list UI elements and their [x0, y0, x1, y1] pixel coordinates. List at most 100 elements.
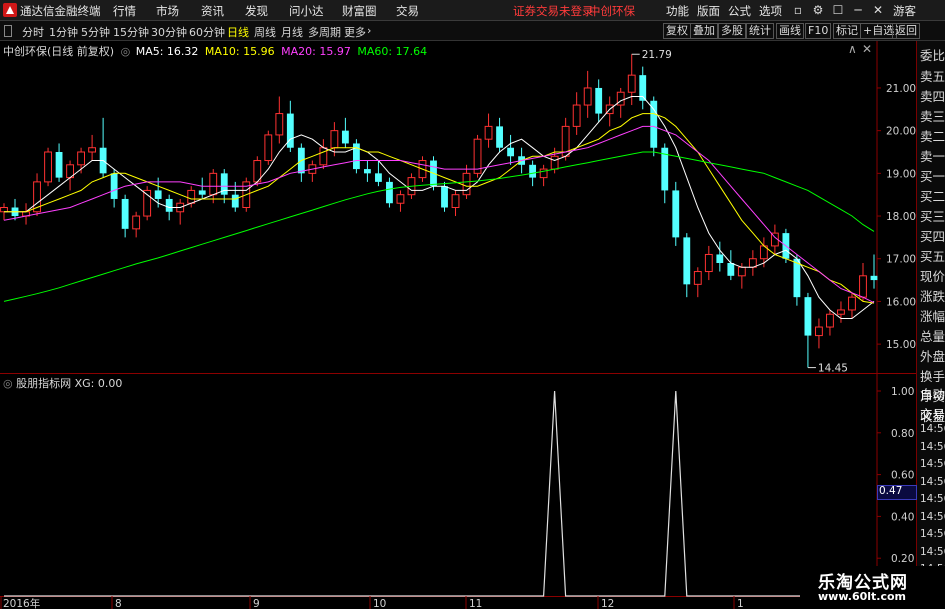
candle-body	[683, 237, 691, 285]
statistics-button[interactable]: 统计	[746, 23, 774, 39]
trade-time: 14:56	[920, 423, 945, 435]
sidebar-item-0[interactable]: 委比	[920, 45, 945, 64]
indicator-chart[interactable]: 1.00 0.80 0.60 0.40 0.20 2016年 8 9 10 11 12 1	[0, 374, 916, 609]
menu-discover[interactable]: 发现	[245, 3, 268, 19]
login-status[interactable]: 证券交易未登录	[513, 3, 594, 19]
sidebar-item-13[interactable]: 涨幅	[920, 306, 945, 325]
period-30min[interactable]: 30分钟	[151, 24, 187, 40]
back-button[interactable]: 返回	[892, 23, 920, 39]
trade-time: 14:56	[920, 458, 945, 470]
sidebar-item-8[interactable]: 买三	[920, 206, 945, 225]
mark-button[interactable]: 标记	[833, 23, 861, 39]
app-logo-icon	[3, 3, 17, 17]
candle-body	[826, 313, 834, 328]
menu-quotes[interactable]: 行情	[113, 3, 136, 19]
menu-trade[interactable]: 交易	[396, 3, 419, 19]
candle-body	[0, 207, 8, 213]
price-chart[interactable]: 15.00 16.00 17.00 18.00 19.00 20.00 21.00 21.79…	[0, 41, 916, 374]
menu-wealth[interactable]: 财富圈	[342, 3, 377, 19]
sidebar-item-5[interactable]: 卖一	[920, 146, 945, 165]
candle-body	[583, 87, 592, 106]
sub-y-tick-label: 0.60	[891, 470, 914, 482]
candle-body	[837, 309, 845, 315]
candle-body	[132, 215, 141, 230]
period-1min[interactable]: 1分钟	[49, 24, 78, 40]
period-intraday[interactable]: 分时	[22, 24, 44, 40]
candle-body	[110, 173, 118, 199]
app-name: 通达信金融终端	[20, 4, 101, 18]
menu-layout[interactable]: 版面	[697, 3, 720, 19]
sidebar-item-14[interactable]: 总量	[920, 326, 945, 345]
date-label: 10	[373, 598, 386, 609]
y-tick-label: 19.00	[886, 168, 916, 180]
period-15min[interactable]: 15分钟	[113, 24, 149, 40]
close-icon[interactable]: ✕	[870, 2, 886, 18]
adjust-button[interactable]: 复权	[663, 23, 691, 39]
menu-ask[interactable]: 问小达	[289, 3, 324, 19]
candle-body	[727, 263, 735, 276]
candle-body	[386, 181, 393, 204]
high-price-label: 21.79	[642, 49, 672, 61]
candle-body	[330, 130, 339, 149]
guest-label[interactable]: 游客	[893, 3, 916, 19]
candle-body	[595, 87, 603, 114]
candle-body	[55, 152, 63, 178]
settings-gear-icon[interactable]: ⚙	[810, 2, 826, 18]
period-monthly[interactable]: 月线	[281, 24, 303, 40]
chat-bubble-icon[interactable]: ☐	[830, 2, 846, 18]
candle-body	[341, 130, 349, 144]
sidebar-item-12[interactable]: 涨跌	[920, 286, 945, 305]
candle-body	[375, 173, 382, 182]
sidebar-item-16[interactable]: 换手	[920, 366, 945, 385]
sidebar-item-11[interactable]: 现价	[920, 266, 945, 285]
menu-formula[interactable]: 公式	[728, 3, 751, 19]
sidebar-item-19[interactable]: 自动	[920, 384, 945, 403]
sidebar-item-20[interactable]: 交易	[920, 404, 945, 423]
candle-body	[396, 194, 405, 204]
period-5min[interactable]: 5分钟	[81, 24, 110, 40]
low-price-label: 14.45	[818, 363, 848, 374]
watermark-url: www.60lt.com	[818, 590, 907, 603]
period-60min[interactable]: 60分钟	[189, 24, 225, 40]
sidebar-item-15[interactable]: 外盘	[920, 346, 945, 365]
restore-icon[interactable]: ▫	[790, 2, 806, 18]
more-chevron-icon[interactable]: ›	[367, 24, 371, 37]
period-more[interactable]: 更多	[344, 24, 366, 40]
sidebar-item-1[interactable]: 卖五	[920, 66, 945, 85]
candle-body	[187, 189, 196, 204]
candle-body	[441, 186, 448, 208]
date-label: 2016年	[3, 597, 40, 609]
f10-button[interactable]: F10	[805, 23, 832, 39]
candle-body	[704, 253, 713, 273]
period-daily[interactable]: 日线	[227, 24, 249, 40]
draw-line-button[interactable]: 画线	[776, 23, 804, 39]
y-tick-label: 17.00	[886, 254, 916, 266]
sidebar-item-6[interactable]: 买一	[920, 166, 945, 185]
current-stock-name: 中创环保	[589, 4, 635, 18]
sidebar-item-2[interactable]: 卖四	[920, 86, 945, 105]
panel-toggle-icon[interactable]	[4, 25, 12, 37]
candle-body	[462, 172, 471, 196]
sidebar-item-9[interactable]: 买四	[920, 226, 945, 245]
multi-stock-button[interactable]: 多股	[718, 23, 746, 39]
candle-body	[319, 147, 328, 166]
menu-function[interactable]: 功能	[666, 3, 689, 19]
candle-body	[550, 155, 559, 170]
period-weekly[interactable]: 周线	[254, 24, 276, 40]
title-bar: 通达信金融终端 行情 市场 资讯 发现 问小达 财富圈 交易 证券交易未登录 中…	[0, 0, 945, 21]
trade-time: 14:56	[920, 510, 945, 523]
period-multi[interactable]: 多周期	[308, 24, 341, 40]
menu-market[interactable]: 市场	[156, 3, 179, 19]
candle-body	[693, 271, 702, 285]
period-toolbar: 分时 1分钟 5分钟 15分钟 30分钟 60分钟 日线 周线 月线 多周期 更…	[0, 21, 945, 41]
sidebar-item-3[interactable]: 卖三	[920, 106, 945, 125]
sidebar-item-7[interactable]: 买二	[920, 186, 945, 205]
minimize-icon[interactable]: ─	[850, 2, 866, 18]
sidebar-item-4[interactable]: 卖二	[920, 126, 945, 145]
candle-body	[165, 198, 173, 212]
menu-options[interactable]: 选项	[759, 3, 782, 19]
overlay-button[interactable]: 叠加	[690, 23, 718, 39]
y-tick-label: 18.00	[886, 211, 916, 223]
sidebar-item-10[interactable]: 买五	[920, 246, 945, 265]
menu-news[interactable]: 资讯	[201, 3, 224, 19]
